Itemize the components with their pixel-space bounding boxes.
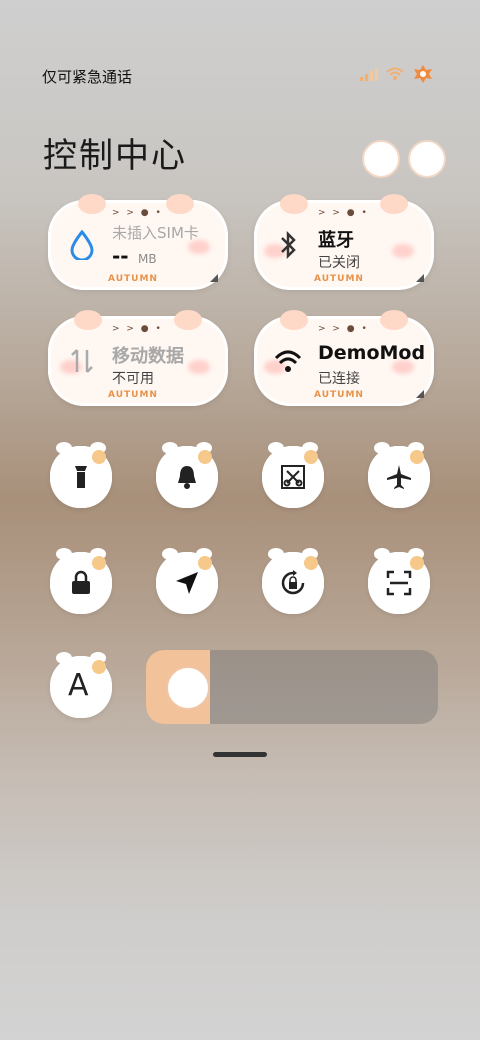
scan-toggle[interactable] bbox=[368, 548, 430, 614]
screenshot-toggle[interactable] bbox=[262, 442, 324, 508]
tile-decor-dots: > > ● • bbox=[318, 208, 369, 218]
cat-sticker-icon[interactable] bbox=[166, 666, 210, 710]
font-toggle[interactable]: A bbox=[50, 652, 112, 718]
mobile-data-title: 移动数据 bbox=[112, 346, 184, 367]
mobile-data-tile[interactable]: > > ● • 移动数据 不可用 AUTUMN bbox=[48, 310, 228, 406]
tile-ear bbox=[380, 194, 408, 214]
wifi-tile[interactable]: > > ● • DemoMod 已连接 AUTUMN bbox=[254, 310, 434, 406]
wifi-icon bbox=[274, 350, 302, 372]
cat-sticker-icon[interactable] bbox=[408, 140, 446, 178]
tile-decor-dots: > > ● • bbox=[112, 324, 163, 334]
bluetooth-icon bbox=[281, 230, 296, 260]
brightness-slider[interactable] bbox=[146, 650, 438, 724]
tile-ear bbox=[280, 194, 308, 214]
leaf-icon bbox=[414, 65, 432, 83]
scan-icon bbox=[386, 570, 412, 596]
page-title: 控制中心 bbox=[43, 136, 187, 176]
airplane-toggle[interactable] bbox=[368, 442, 430, 508]
bell-icon bbox=[178, 466, 196, 489]
bluetooth-title: 蓝牙 bbox=[318, 230, 354, 251]
tile-ear bbox=[74, 310, 102, 330]
autumn-badge: AUTUMN bbox=[314, 390, 364, 400]
tile-decor-dots: > > ● • bbox=[318, 324, 369, 334]
tile-ear bbox=[166, 194, 194, 214]
status-icons bbox=[360, 63, 434, 85]
tile-ear bbox=[280, 310, 308, 330]
water-drop-icon bbox=[70, 230, 94, 260]
airplane-icon bbox=[387, 465, 411, 489]
font-icon: A bbox=[68, 668, 89, 703]
flashlight-toggle[interactable] bbox=[50, 442, 112, 508]
tile-ear bbox=[380, 310, 408, 330]
mobile-data-status: 不可用 bbox=[112, 371, 154, 387]
autumn-badge: AUTUMN bbox=[108, 390, 158, 400]
screenshot-icon bbox=[281, 465, 305, 489]
tile-corner-indicator bbox=[416, 274, 424, 282]
tile-ear bbox=[78, 194, 106, 214]
bluetooth-status: 已关闭 bbox=[318, 255, 360, 271]
carrier-status-text: 仅可紧急通话 bbox=[42, 68, 133, 86]
tile-corner-indicator bbox=[416, 390, 424, 398]
location-arrow-icon bbox=[176, 572, 198, 594]
wifi-ssid: DemoMod bbox=[318, 342, 426, 364]
data-usage-title: 未插入SIM卡 bbox=[112, 224, 199, 242]
bluetooth-tile[interactable]: > > ● • 蓝牙 已关闭 AUTUMN bbox=[254, 194, 434, 290]
rotation-lock-icon bbox=[281, 570, 305, 595]
mobile-data-arrows-icon bbox=[71, 349, 93, 373]
home-indicator[interactable] bbox=[213, 752, 267, 757]
signal-icon bbox=[360, 68, 378, 81]
tile-cheek bbox=[392, 244, 414, 258]
flashlight-icon bbox=[75, 466, 87, 488]
lock-icon bbox=[72, 570, 90, 594]
data-usage-value: -- bbox=[112, 244, 129, 268]
location-toggle[interactable] bbox=[156, 548, 218, 614]
lock-toggle[interactable] bbox=[50, 548, 112, 614]
cat-sticker-icon[interactable] bbox=[362, 140, 400, 178]
autumn-badge: AUTUMN bbox=[314, 274, 364, 284]
bell-toggle[interactable] bbox=[156, 442, 218, 508]
data-usage-tile[interactable]: > > ● • 未插入SIM卡 -- MB AUTUMN bbox=[48, 194, 228, 290]
tile-decor-dots: > > ● • bbox=[112, 208, 163, 218]
tile-cheek bbox=[188, 360, 210, 374]
tile-ear bbox=[174, 310, 202, 330]
wifi-icon bbox=[386, 67, 404, 80]
autumn-badge: AUTUMN bbox=[108, 274, 158, 284]
wifi-status: 已连接 bbox=[318, 371, 360, 387]
tile-corner-indicator bbox=[210, 274, 218, 282]
rotation-lock-toggle[interactable] bbox=[262, 548, 324, 614]
data-usage-unit: MB bbox=[138, 252, 157, 266]
